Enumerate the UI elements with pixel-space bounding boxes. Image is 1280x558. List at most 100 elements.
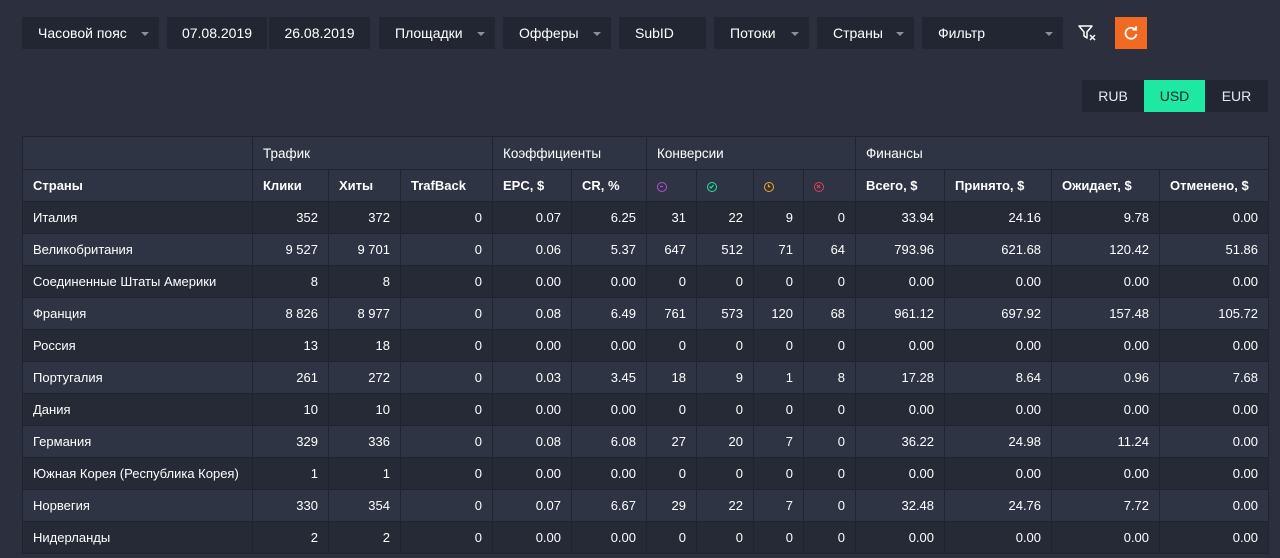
offers-dropdown[interactable]: Офферы [503,17,611,49]
cell-accepted: 0.00 [944,329,1053,362]
col-clicks[interactable]: Клики [252,169,329,202]
refresh-icon [1124,26,1138,40]
cell-country: Россия [22,329,253,362]
col-total[interactable]: Всего, $ [855,169,946,202]
currency-rub-button[interactable]: RUB [1082,80,1144,112]
cell-trafback: 0 [400,425,493,458]
cell-conv-pending: 71 [753,233,805,266]
cell-hits: 9 701 [328,233,401,266]
cell-waiting: 0.00 [1051,265,1161,298]
cell-trafback: 0 [400,489,493,522]
col-cr[interactable]: CR, % [570,169,648,202]
cell-conv-approved: 9 [696,361,755,394]
cell-accepted: 0.00 [944,457,1053,490]
table-row[interactable]: Франция 8 826 8 977 0 0.08 6.49 761 573 120 68 961… [22,297,1270,330]
date-from-input[interactable]: 07.08.2019 [167,17,267,49]
col-waiting[interactable]: Ожидает, $ [1051,169,1161,202]
table-row[interactable]: Германия 329 336 0 0.08 6.08 27 20 7 0 36.22 24.98 1… [22,425,1270,458]
cell-conv-total: 18 [646,361,698,394]
cell-clicks: 9 527 [252,233,329,266]
cell-cr: 6.08 [570,425,648,458]
cell-conv-approved: 22 [696,201,755,234]
cell-cancelled: 0.00 [1159,489,1270,522]
cell-epc: 0.08 [492,297,572,330]
cell-cancelled: 51.86 [1159,233,1270,266]
table-row[interactable]: Соединенные Штаты Америки 8 8 0 0.00 0.00 0 0 0 0… [22,265,1270,298]
cell-country: Великобритания [22,233,253,266]
col-conv-rejected[interactable] [803,169,857,202]
cell-conv-total: 29 [646,489,698,522]
cell-trafback: 0 [400,361,493,394]
filter-clear-icon[interactable] [1077,23,1097,43]
cell-hits: 272 [328,361,401,394]
col-cancelled[interactable]: Отменено, $ [1159,169,1270,202]
cell-conv-total: 0 [646,521,698,554]
countries-dropdown[interactable]: Страны [817,17,914,49]
cell-conv-rejected: 0 [803,201,857,234]
cell-waiting: 0.96 [1051,361,1161,394]
table-row[interactable]: Португалия 261 272 0 0.03 3.45 18 9 1 8 17.28 8.64 0… [22,361,1270,394]
timezone-dropdown[interactable]: Часовой пояс [22,17,159,49]
cell-trafback: 0 [400,233,493,266]
table-row[interactable]: Дания 10 10 0 0.00 0.00 0 0 0 0 0.00 0.00 0.00 0.00 [22,393,1270,426]
cell-waiting: 0.00 [1051,457,1161,490]
cell-hits: 1 [328,457,401,490]
cell-accepted: 621.68 [944,233,1053,266]
cell-accepted: 0.00 [944,265,1053,298]
table-row[interactable]: Нидерланды 2 2 0 0.00 0.00 0 0 0 0 0.00 0.00 0.00 0.0… [22,521,1270,554]
cell-hits: 8 977 [328,297,401,330]
group-coefficients: Коэффициенты [491,136,648,170]
cell-conv-pending: 0 [753,521,805,554]
col-trafback[interactable]: TrafBack [400,169,493,202]
cell-conv-pending: 7 [753,489,805,522]
cell-trafback: 0 [400,265,493,298]
streams-dropdown[interactable]: Потоки [714,17,809,49]
table-row[interactable]: Южная Корея (Республика Корея) 1 1 0 0.00 0.0… [22,457,1270,490]
filter-label: Фильтр [938,25,986,41]
cell-conv-rejected: 0 [803,521,857,554]
refresh-button[interactable] [1115,17,1147,49]
filter-dropdown[interactable]: Фильтр [922,17,1063,49]
cell-total: 17.28 [855,361,946,394]
cell-conv-total: 27 [646,425,698,458]
platforms-dropdown[interactable]: Площадки [379,17,495,49]
currency-usd-button[interactable]: USD [1144,80,1205,112]
table-row[interactable]: Россия 13 18 0 0.00 0.00 0 0 0 0 0.00 0.00 0.00 0.00 [22,329,1270,362]
table-row[interactable]: Италия 352 372 0 0.07 6.25 31 22 9 0 33.94 24.16 9.7… [22,201,1270,234]
subid-dropdown[interactable]: SubID [619,17,706,49]
col-conv-pending[interactable] [753,169,805,202]
col-epc[interactable]: EPC, $ [492,169,572,202]
cell-epc: 0.00 [492,393,572,426]
cell-conv-approved: 0 [696,393,755,426]
cell-conv-rejected: 0 [803,489,857,522]
cell-conv-rejected: 0 [803,265,857,298]
cell-country: Норвегия [22,489,253,522]
cell-total: 0.00 [855,265,946,298]
cell-conv-pending: 1 [753,361,805,394]
table-row[interactable]: Великобритания 9 527 9 701 0 0.06 5.37 647 512 7… [22,233,1270,266]
col-conv-total[interactable] [646,169,698,202]
cell-country: Соединенные Штаты Америки [22,265,253,298]
platforms-label: Площадки [395,25,463,41]
chevron-down-icon [896,32,904,36]
group-finance: Финансы [855,136,1270,170]
offers-label: Офферы [519,25,579,41]
cell-epc: 0.00 [492,521,572,554]
table-row[interactable]: Норвегия 330 354 0 0.07 6.67 29 22 7 0 32.48 24.76 7… [22,489,1270,522]
cell-total: 36.22 [855,425,946,458]
currency-rub-label: RUB [1098,88,1128,104]
cell-accepted: 0.00 [944,393,1053,426]
currency-eur-button[interactable]: EUR [1205,80,1268,112]
col-country[interactable]: Страны [22,169,253,202]
date-to-input[interactable]: 26.08.2019 [269,17,370,49]
group-empty [22,136,253,170]
cell-conv-rejected: 64 [803,233,857,266]
total-conversions-icon [657,181,668,192]
table-header: Страны Клики Хиты TrafBack EPC, $ CR, % [22,169,1270,202]
cell-waiting: 0.00 [1051,521,1161,554]
cell-clicks: 2 [252,521,329,554]
col-conv-approved[interactable] [696,169,755,202]
col-accepted[interactable]: Принято, $ [944,169,1053,202]
cell-conv-pending: 0 [753,457,805,490]
col-hits[interactable]: Хиты [328,169,401,202]
